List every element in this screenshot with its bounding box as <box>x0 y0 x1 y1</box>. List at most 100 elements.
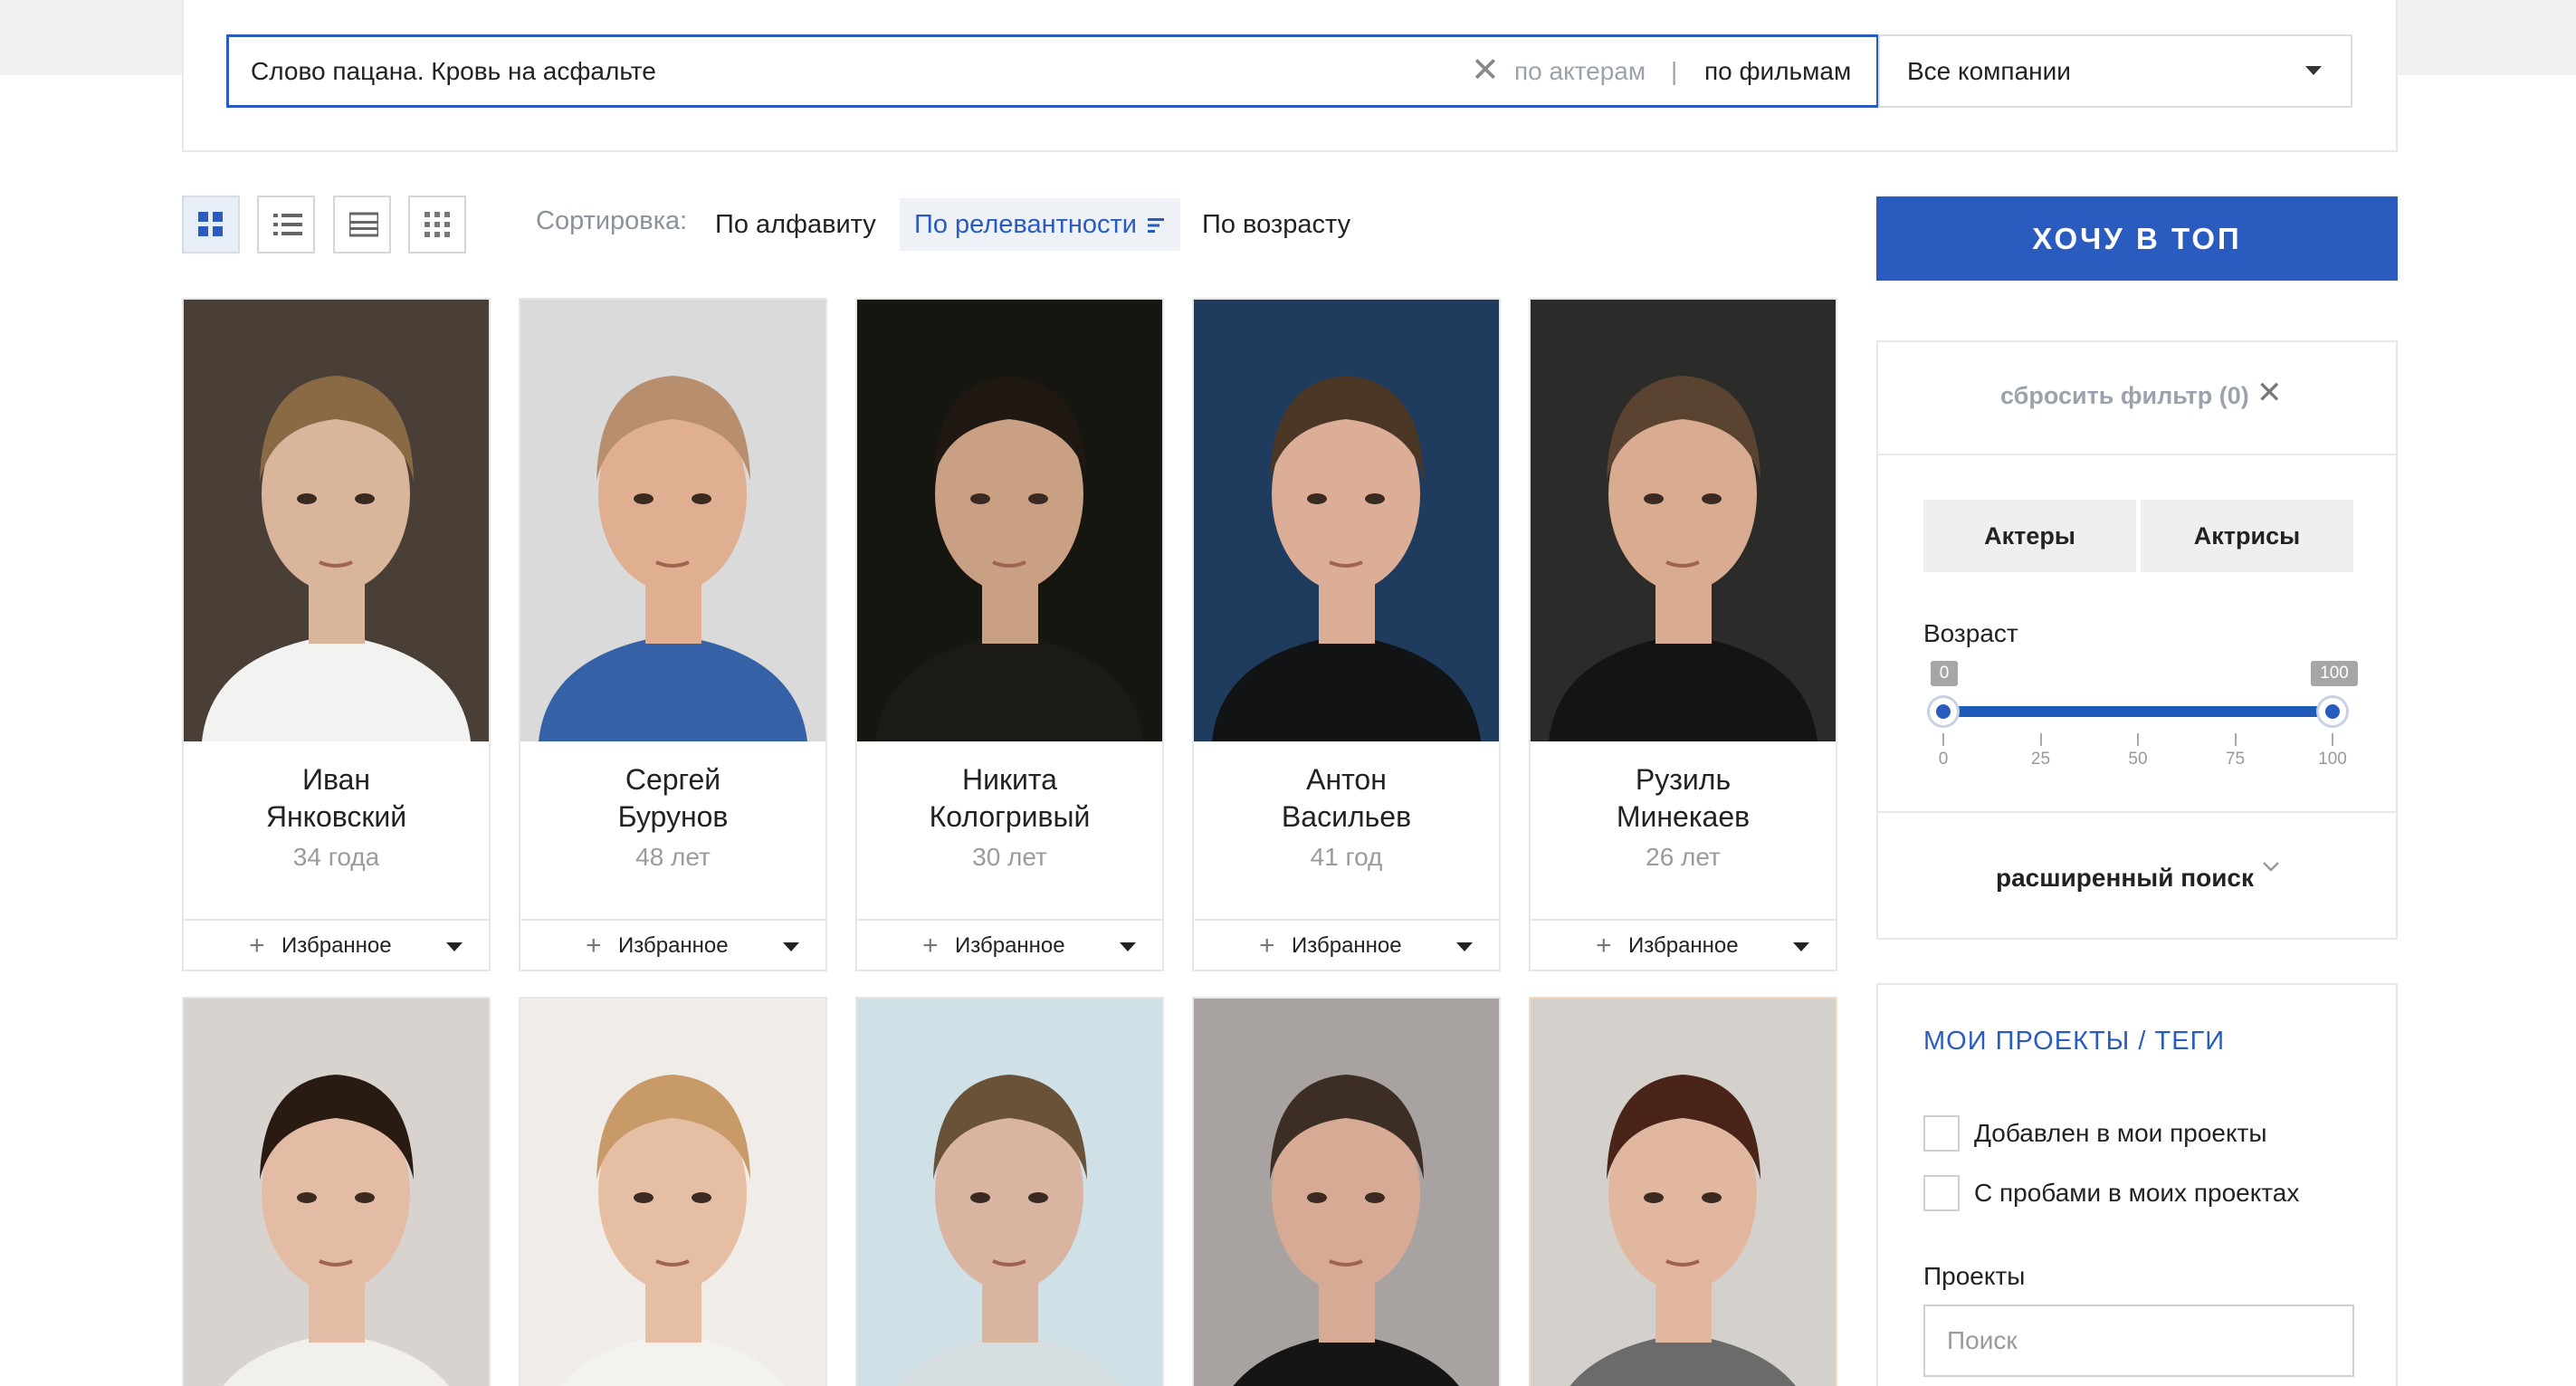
actor-photo[interactable] <box>1531 999 1836 1386</box>
sort-desc-icon <box>1148 218 1165 234</box>
age-min-handle[interactable] <box>1927 695 1960 728</box>
checkbox[interactable] <box>1923 1175 1960 1211</box>
caret-down-icon[interactable] <box>1120 942 1136 951</box>
want-top-button[interactable]: ХОЧУ В ТОП <box>1876 196 2398 281</box>
sort-relevance-label: По релевантности <box>914 210 1138 239</box>
age-tick-label: 50 <box>2128 750 2148 769</box>
reset-filter-row[interactable]: сбросить фильтр (0) ✕ <box>1878 342 2396 455</box>
actor-first-name: Иван <box>301 763 371 796</box>
view-grid-large-button[interactable] <box>182 196 240 253</box>
actor-last-name: Бурунов <box>617 800 729 833</box>
actor-name[interactable]: Никита Кологривый <box>857 761 1162 836</box>
actor-card[interactable] <box>1529 997 1837 1386</box>
actor-name[interactable]: Сергей Бурунов <box>520 761 825 836</box>
projects-search-input[interactable] <box>1923 1305 2354 1377</box>
search-mode-actors[interactable]: по актерам <box>1514 37 1646 105</box>
grid-small-icon <box>425 212 450 237</box>
search-input[interactable]: Слово пацана. Кровь на асфальте ✕ по акт… <box>226 34 1879 108</box>
age-label: Возраст <box>1923 619 2018 647</box>
actor-photo[interactable] <box>857 999 1162 1386</box>
actor-card[interactable] <box>519 997 827 1386</box>
list-icon <box>273 214 302 235</box>
age-tick-label: 75 <box>2225 750 2246 769</box>
filter-panel: сбросить фильтр (0) ✕ Актеры Актрисы Воз… <box>1876 340 2398 940</box>
actor-card[interactable]: Сергей Бурунов 48 лет + Избранное <box>519 298 827 971</box>
close-icon[interactable]: ✕ <box>2256 375 2283 411</box>
actor-photo[interactable] <box>520 300 825 741</box>
actor-photo[interactable] <box>1531 300 1836 741</box>
clear-search-icon[interactable]: ✕ <box>1471 37 1500 105</box>
company-select[interactable]: Все компании <box>1878 34 2352 108</box>
actor-age: 41 год <box>1310 843 1383 871</box>
favorite-row: + Избранное <box>1194 919 1499 971</box>
add-to-favorites-button[interactable]: Избранное <box>1628 921 1739 971</box>
actor-photo[interactable] <box>857 300 1162 741</box>
company-select-value: Все компании <box>1907 57 2071 85</box>
age-tick <box>2234 733 2237 746</box>
sort-alphabet[interactable]: По алфавиту <box>715 198 876 251</box>
actor-card[interactable] <box>182 997 491 1386</box>
view-list-button[interactable] <box>257 196 315 253</box>
add-to-favorites-button[interactable]: Избранное <box>618 921 729 971</box>
advanced-search-link[interactable]: расширенный поиск <box>1996 864 2254 893</box>
actor-age: 30 лет <box>972 843 1047 871</box>
actor-first-name: Никита <box>962 763 1057 796</box>
actor-last-name: Кологривый <box>929 800 1091 833</box>
reset-filter-link[interactable]: сбросить фильтр (0) <box>2000 382 2249 410</box>
actor-photo[interactable] <box>184 300 489 741</box>
checkbox[interactable] <box>1923 1115 1960 1152</box>
caret-down-icon[interactable] <box>446 942 463 951</box>
plus-icon[interactable]: + <box>249 921 265 971</box>
search-mode-separator: | <box>1671 57 1678 85</box>
actor-name[interactable]: Иван Янковский <box>184 761 489 836</box>
grid-large-icon <box>198 212 223 236</box>
advanced-search-row[interactable]: расширенный поиск <box>1878 811 2396 938</box>
caret-down-icon[interactable] <box>1456 942 1473 951</box>
actor-first-name: Антон <box>1306 763 1387 796</box>
actor-photo[interactable] <box>184 999 489 1386</box>
actor-card[interactable]: Иван Янковский 34 года + Избранное <box>182 298 491 971</box>
plus-icon[interactable]: + <box>1259 921 1275 971</box>
actor-card[interactable] <box>1192 997 1501 1386</box>
search-query-text[interactable]: Слово пацана. Кровь на асфальте <box>251 37 656 105</box>
actor-age: 48 лет <box>635 843 711 871</box>
caret-down-icon[interactable] <box>783 942 799 951</box>
search-mode-films[interactable]: по фильмам <box>1704 37 1851 105</box>
actor-last-name: Васильев <box>1281 800 1412 833</box>
caret-down-icon <box>2305 66 2322 75</box>
actor-last-name: Янковский <box>265 800 407 833</box>
sort-relevance[interactable]: По релевантности <box>900 198 1181 251</box>
age-range-track[interactable] <box>1943 706 2333 717</box>
age-tick <box>2039 733 2042 746</box>
age-tick-label: 25 <box>2030 750 2051 769</box>
age-max-handle[interactable] <box>2316 695 2349 728</box>
actor-name[interactable]: Рузиль Минекаев <box>1531 761 1836 836</box>
actor-photo[interactable] <box>1194 300 1499 741</box>
actor-name[interactable]: Антон Васильев <box>1194 761 1499 836</box>
checkbox-label: С пробами в моих проектах <box>1974 1179 2300 1207</box>
actor-card[interactable]: Антон Васильев 41 год + Избранное <box>1192 298 1501 971</box>
age-tick-label: 100 <box>2318 750 2347 769</box>
plus-icon[interactable]: + <box>586 921 602 971</box>
actor-photo[interactable] <box>1194 999 1499 1386</box>
chevron-down-icon <box>2263 862 2279 872</box>
projects-label: Проекты <box>1923 1262 2026 1290</box>
sort-age[interactable]: По возрасту <box>1202 198 1350 251</box>
add-to-favorites-button[interactable]: Избранное <box>955 921 1065 971</box>
plus-icon[interactable]: + <box>922 921 939 971</box>
caret-down-icon[interactable] <box>1793 942 1809 951</box>
add-to-favorites-button[interactable]: Избранное <box>1292 921 1402 971</box>
actor-photo[interactable] <box>520 999 825 1386</box>
view-list-detailed-button[interactable] <box>333 196 391 253</box>
gender-actresses-button[interactable]: Актрисы <box>2141 500 2353 572</box>
plus-icon[interactable]: + <box>1596 921 1612 971</box>
age-tick <box>2332 733 2333 746</box>
gender-actors-button[interactable]: Актеры <box>1923 500 2136 572</box>
actor-card[interactable] <box>855 997 1164 1386</box>
view-grid-small-button[interactable] <box>408 196 466 253</box>
actor-card[interactable]: Рузиль Минекаев 26 лет + Избранное <box>1529 298 1837 971</box>
add-to-favorites-button[interactable]: Избранное <box>281 921 392 971</box>
actor-card[interactable]: Никита Кологривый 30 лет + Избранное <box>855 298 1164 971</box>
actor-age: 34 года <box>292 843 380 871</box>
age-tick <box>2137 733 2139 746</box>
